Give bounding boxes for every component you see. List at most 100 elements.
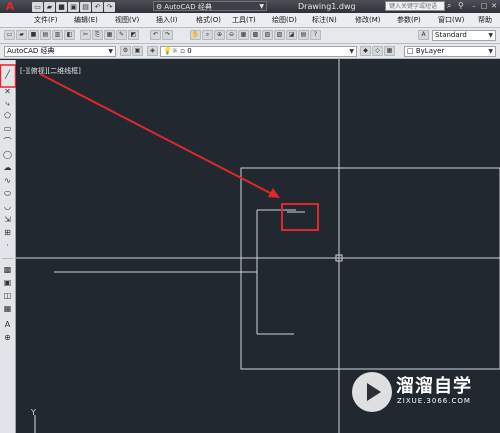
document-title: Drawing1.dwg <box>298 2 356 11</box>
layer-previous-icon[interactable]: ◇ <box>372 46 383 56</box>
color-dropdown[interactable]: □ ByLayer ▼ <box>404 46 496 57</box>
markup-icon[interactable]: ◪ <box>286 30 297 40</box>
print-icon[interactable]: ▤ <box>80 1 91 12</box>
arc-icon[interactable]: ⌒ <box>2 137 13 147</box>
menu-view[interactable]: 视图(V) <box>115 13 139 27</box>
table-icon[interactable]: ▦ <box>2 304 13 314</box>
ellipse-icon[interactable]: ⬭ <box>2 189 13 199</box>
redo-icon[interactable]: ↷ <box>162 30 173 40</box>
play-logo-icon <box>352 372 392 412</box>
publish-icon[interactable]: ◧ <box>64 30 75 40</box>
menu-modify[interactable]: 修改(M) <box>355 13 381 27</box>
calculator-icon[interactable]: ▤ <box>298 30 309 40</box>
text-style-icon[interactable]: A <box>418 30 429 40</box>
watermark-url: ZIXUE.3066.COM <box>397 397 471 405</box>
menu-edit[interactable]: 编辑(E) <box>74 13 98 27</box>
highlight-box <box>281 203 319 231</box>
chevron-down-icon: ▼ <box>488 32 493 39</box>
draw-toolbar: ╱ ✕ ⤷ ⬠ ▭ ⌒ ◯ ☁ ∿ ⬭ ◡ ⇲ ⊞ · ▩ ▣ ◫ ▦ A ⊕ <box>0 60 16 433</box>
help-icon[interactable]: ? <box>310 30 321 40</box>
text-style-dropdown[interactable]: Standard ▼ <box>432 30 496 41</box>
new-icon[interactable]: ▭ <box>32 1 43 12</box>
insert-block-icon[interactable]: ⇲ <box>2 215 13 225</box>
menu-help[interactable]: 帮助 <box>478 13 492 27</box>
print-icon[interactable]: ▤ <box>40 30 51 40</box>
workspace-dropdown[interactable]: ⚙ AutoCAD 经典 ▼ <box>153 1 267 11</box>
new-icon[interactable]: ▭ <box>4 30 15 40</box>
maximize-icon[interactable]: □ <box>480 1 488 11</box>
pan-icon[interactable]: ✋ <box>190 30 201 40</box>
separator <box>2 258 13 259</box>
block-editor-icon[interactable]: ◩ <box>128 30 139 40</box>
search-input[interactable]: 键入关键字或短语 <box>385 1 445 11</box>
menu-file[interactable]: 文件(F) <box>34 13 58 27</box>
menu-window[interactable]: 窗口(W) <box>438 13 464 27</box>
match-properties-icon[interactable]: ✎ <box>116 30 127 40</box>
menu-tools[interactable]: 工具(T) <box>232 13 256 27</box>
standard-toolbar: ▭ ▰ ■ ▤ ▥ ◧ ✂ ⎘ ▦ ✎ ◩ ↶ ↷ ✋ ⌕ ⊕ ⊖ ▦ ▩ ▧ … <box>0 28 500 44</box>
menu-parameters[interactable]: 参数(P) <box>397 13 421 27</box>
polygon-icon[interactable]: ⬠ <box>2 111 13 121</box>
make-current-layer-icon[interactable]: ◆ <box>360 46 371 56</box>
watermark-title: 溜溜自学 <box>396 376 472 397</box>
make-block-icon[interactable]: ⊞ <box>2 228 13 238</box>
copy-icon[interactable]: ⎘ <box>92 30 103 40</box>
design-center-icon[interactable]: ▩ <box>250 30 261 40</box>
ellipse-arc-icon[interactable]: ◡ <box>2 202 13 212</box>
menu-format[interactable]: 格式(O) <box>196 13 221 27</box>
layer-properties-icon[interactable]: ◈ <box>147 46 158 56</box>
print-preview-icon[interactable]: ▥ <box>52 30 63 40</box>
text-style-value: Standard <box>435 31 467 39</box>
workspace-settings-icon[interactable]: ▣ <box>132 46 143 56</box>
app-logo-icon[interactable]: A <box>2 0 18 13</box>
rectangle-icon[interactable]: ▭ <box>2 124 13 134</box>
save-icon[interactable]: ■ <box>56 1 67 12</box>
polyline-icon[interactable]: ⤷ <box>2 99 13 109</box>
menu-dimension[interactable]: 标注(N) <box>312 13 337 27</box>
tool-palettes-icon[interactable]: ▧ <box>262 30 273 40</box>
watermark: 溜溜自学 ZIXUE.3066.COM <box>348 366 472 416</box>
paste-icon[interactable]: ▦ <box>104 30 115 40</box>
search-icon[interactable]: ⌕ <box>447 0 457 12</box>
layer-value: 0 <box>187 47 192 55</box>
properties-icon[interactable]: ▦ <box>238 30 249 40</box>
point-icon[interactable]: · <box>2 241 13 251</box>
layer-states-icon[interactable]: ▦ <box>384 46 395 56</box>
gear-icon[interactable]: ⚙ <box>120 46 131 56</box>
open-icon[interactable]: ▰ <box>16 30 27 40</box>
redo-icon[interactable]: ↷ <box>104 1 115 12</box>
annotation-arrow-shaft <box>39 73 275 196</box>
zoom-previous-icon[interactable]: ⊖ <box>226 30 237 40</box>
save-icon[interactable]: ■ <box>28 30 39 40</box>
layer-dropdown[interactable]: 💡☼ ▫ 0 ▼ <box>160 46 357 57</box>
region-icon[interactable]: ◫ <box>2 291 13 301</box>
cut-icon[interactable]: ✂ <box>80 30 91 40</box>
undo-icon[interactable]: ↶ <box>150 30 161 40</box>
sheet-set-icon[interactable]: ▨ <box>274 30 285 40</box>
menu-insert[interactable]: 插入(I) <box>156 13 178 27</box>
save-as-icon[interactable]: ▣ <box>68 1 79 12</box>
open-icon[interactable]: ▰ <box>44 1 55 12</box>
close-icon[interactable]: ✕ <box>490 1 498 11</box>
zoom-realtime-icon[interactable]: ⌕ <box>202 30 213 40</box>
add-selected-icon[interactable]: ⊕ <box>2 333 13 343</box>
undo-icon[interactable]: ↶ <box>92 1 103 12</box>
workspace-label: AutoCAD 经典 <box>164 3 212 11</box>
multiline-text-icon[interactable]: A <box>2 320 13 330</box>
workspace-value: AutoCAD 经典 <box>7 47 55 55</box>
viewport-controls[interactable]: [-][俯视][二维线框] <box>20 67 81 76</box>
title-bar: A ▭ ▰ ■ ▣ ▤ ↶ ↷ ⚙ AutoCAD 经典 ▼ Drawing1.d… <box>0 0 500 13</box>
hatch-icon[interactable]: ▩ <box>2 265 13 275</box>
gradient-icon[interactable]: ▣ <box>2 278 13 288</box>
revision-cloud-icon[interactable]: ☁ <box>2 163 13 173</box>
color-value: ByLayer <box>415 47 445 55</box>
workspace-dropdown-2[interactable]: AutoCAD 经典 ▼ <box>4 46 116 57</box>
minimize-icon[interactable]: – <box>470 1 478 11</box>
user-icon[interactable]: ⚲ <box>458 0 468 12</box>
circle-icon[interactable]: ◯ <box>2 150 13 160</box>
chevron-down-icon: ▼ <box>108 48 113 55</box>
menu-draw[interactable]: 绘图(D) <box>272 13 297 27</box>
spline-icon[interactable]: ∿ <box>2 176 13 186</box>
chevron-down-icon: ▼ <box>349 48 354 55</box>
zoom-window-icon[interactable]: ⊕ <box>214 30 225 40</box>
